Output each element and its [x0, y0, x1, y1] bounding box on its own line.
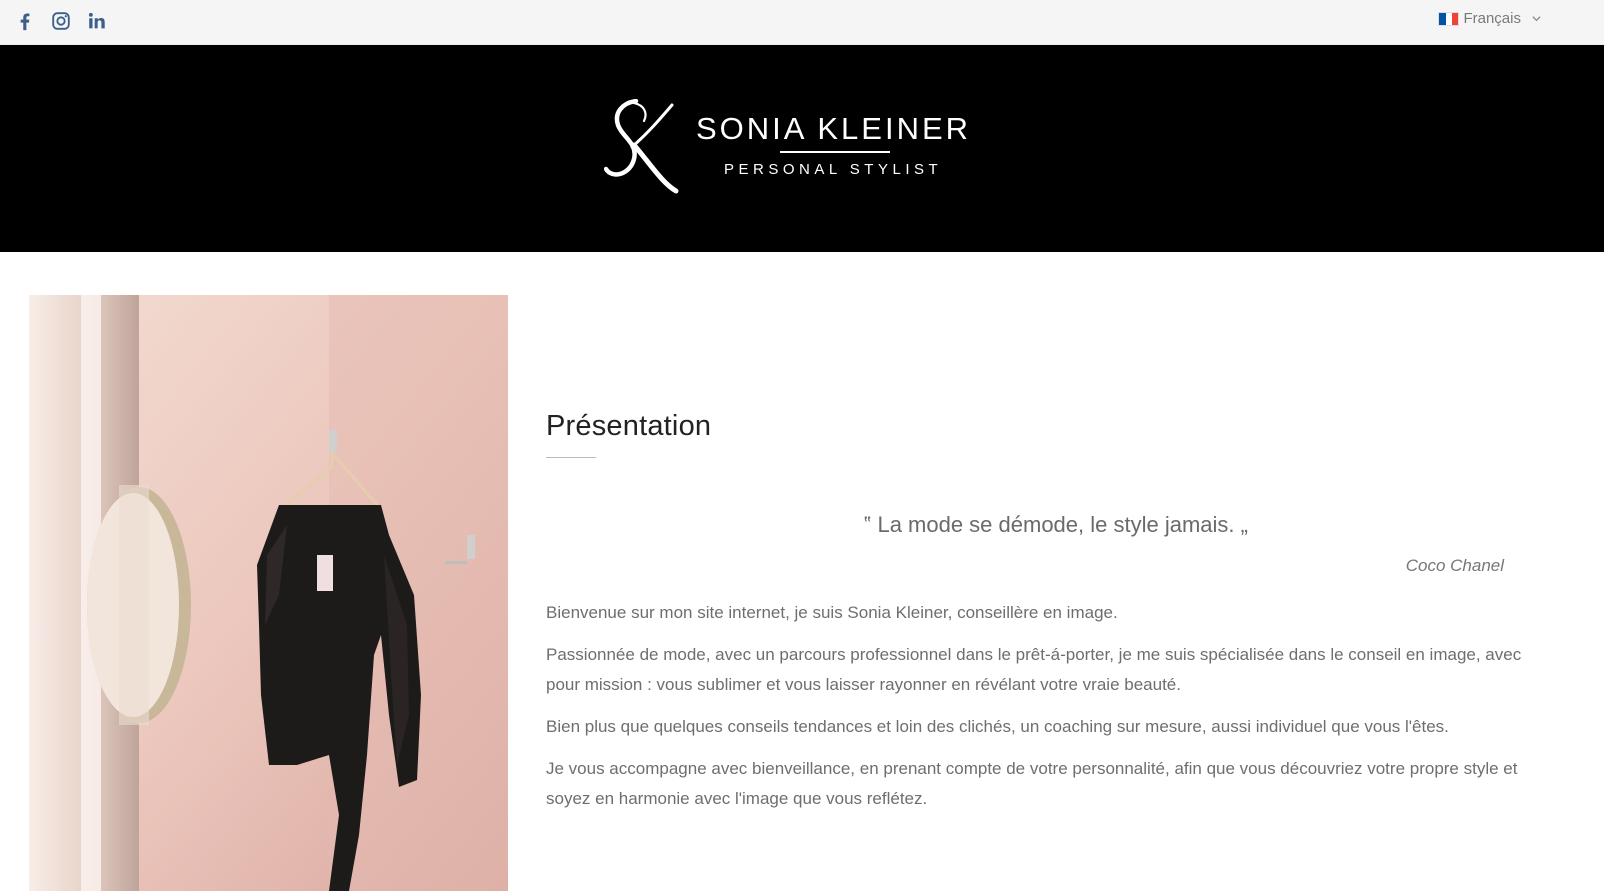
language-selector[interactable]: Français: [1438, 10, 1542, 27]
brand-tagline: PERSONAL STYLIST: [724, 161, 943, 178]
chevron-down-icon: [1532, 16, 1541, 22]
brand-name: SONIA KLEINER: [696, 111, 972, 146]
facebook-link[interactable]: [14, 8, 36, 34]
instagram-icon: [52, 12, 70, 30]
french-flag-icon: [1438, 11, 1460, 26]
top-bar: Français: [0, 0, 1604, 45]
brand-divider: [780, 151, 890, 153]
intro-paragraph-1: Bienvenue sur mon site internet, je suis…: [546, 603, 1118, 622]
intro-paragraph-3: Bien plus que quelques conseils tendance…: [546, 717, 1449, 736]
title-underline: [546, 457, 596, 458]
hero-image: [29, 295, 508, 891]
quote-text: ‟ La mode se démode, le style jamais. „: [864, 512, 1248, 537]
facebook-icon: [20, 13, 30, 31]
sk-monogram-icon: [604, 99, 679, 194]
social-links: [14, 8, 108, 34]
instagram-link[interactable]: [50, 8, 72, 34]
brand-logo[interactable]: SONIA KLEINER PERSONAL STYLIST: [604, 99, 968, 199]
intro-paragraph-2: Passionnée de mode, avec un parcours pro…: [546, 645, 1522, 694]
presentation-section: Présentation ‟ La mode se démode, le sty…: [546, 410, 1546, 814]
quote-author: Coco Chanel: [1405, 556, 1504, 575]
site-header: SONIA KLEINER PERSONAL STYLIST: [0, 45, 1604, 252]
page-title: Présentation: [546, 410, 712, 442]
linkedin-link[interactable]: [86, 8, 108, 34]
intro-paragraph-4: Je vous accompagne avec bienveillance, e…: [546, 759, 1518, 808]
language-label: Français: [1463, 10, 1521, 27]
linkedin-icon: [88, 12, 105, 29]
